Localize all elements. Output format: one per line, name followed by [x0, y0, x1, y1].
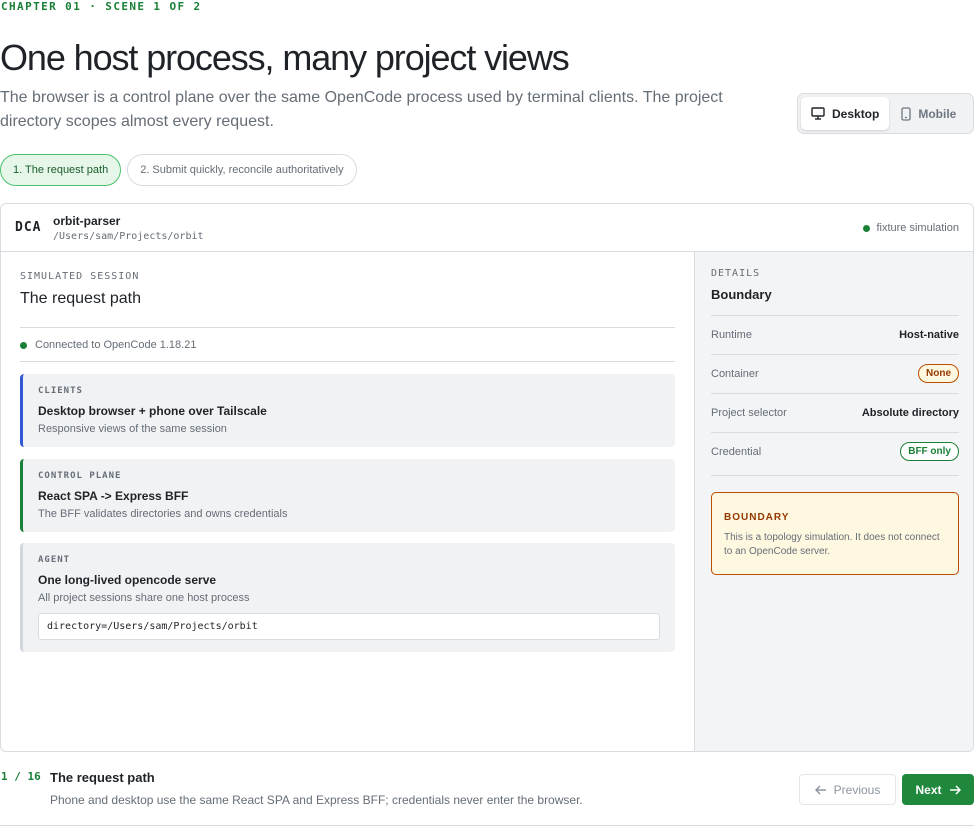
connection-status: Connected to OpenCode 1.18.21: [20, 339, 196, 351]
project-path: /Users/sam/Projects/orbit: [53, 231, 204, 242]
card-desc: The BFF validates directories and owns c…: [38, 508, 288, 520]
detail-key: Credential: [711, 445, 762, 458]
simulation-panel: DCA orbit-parser /Users/sam/Projects/orb…: [0, 203, 974, 752]
previous-label: Previous: [833, 782, 881, 797]
scene-tab-submit-reconcile[interactable]: 2. Submit quickly, reconcile authoritati…: [127, 154, 357, 186]
detail-row-credential: Credential BFF only: [711, 432, 959, 470]
scene-tabs: 1. The request path 2. Submit quickly, r…: [0, 154, 357, 186]
project-name: orbit-parser: [53, 214, 121, 228]
detail-row-container: Container None: [711, 354, 959, 392]
step-title: The request path: [50, 770, 155, 785]
detail-value: Host-native: [899, 328, 959, 341]
details-title: Boundary: [711, 287, 772, 302]
viewport-toggle: Desktop Mobile: [797, 93, 974, 134]
card-label: CONTROL PLANE: [38, 471, 122, 481]
session-column: SIMULATED SESSION The request path Conne…: [1, 252, 694, 751]
project-badge: DCA: [15, 220, 42, 235]
fixture-status-text: fixture simulation: [876, 222, 959, 234]
next-label: Next: [915, 782, 942, 797]
panel-header: DCA orbit-parser /Users/sam/Projects/orb…: [1, 204, 973, 252]
page-title: One host process, many project views: [0, 37, 570, 78]
boundary-callout: BOUNDARY This is a topology simulation. …: [711, 492, 959, 575]
agent-card: AGENT One long-lived opencode serve All …: [20, 543, 675, 652]
card-title: One long-lived opencode serve: [38, 573, 217, 587]
connection-text: Connected to OpenCode 1.18.21: [35, 339, 197, 351]
monitor-icon: [811, 107, 825, 120]
detail-value-badge: BFF only: [900, 442, 959, 461]
card-label: AGENT: [38, 555, 71, 565]
detail-key: Container: [711, 367, 759, 380]
scene-tab-request-path[interactable]: 1. The request path: [0, 154, 122, 186]
detail-row-runtime: Runtime Host-native: [711, 315, 959, 353]
callout-label: BOUNDARY: [724, 512, 790, 523]
card-desc: Responsive views of the same session: [38, 423, 227, 435]
divider: [711, 475, 959, 476]
previous-button[interactable]: Previous: [799, 774, 896, 805]
connected-dot-icon: [20, 341, 27, 349]
next-button[interactable]: Next: [902, 774, 974, 805]
card-label: CLIENTS: [38, 386, 83, 396]
page-subtitle: The browser is a control plane over the …: [0, 89, 723, 130]
desktop-label: Desktop: [832, 106, 880, 121]
step-description: Phone and desktop use the same React SPA…: [50, 793, 583, 807]
card-desc: All project sessions share one host proc…: [38, 592, 250, 604]
card-title: Desktop browser + phone over Tailscale: [38, 404, 267, 418]
card-title: React SPA -> Express BFF: [38, 489, 189, 503]
divider: [20, 361, 675, 362]
divider: [20, 327, 675, 328]
detail-key: Project selector: [711, 406, 787, 419]
chapter-label: CHAPTER 01 · SCENE 1 OF 2: [1, 0, 202, 13]
session-section-label: SIMULATED SESSION: [20, 271, 140, 282]
step-counter: 1 / 16: [1, 770, 41, 783]
details-sidebar: DETAILS Boundary Runtime Host-native Con…: [694, 252, 973, 751]
mobile-label: Mobile: [918, 106, 957, 121]
control-plane-card: CONTROL PLANE React SPA -> Express BFF T…: [20, 459, 675, 532]
status-dot-icon: [863, 224, 871, 232]
detail-value-badge: None: [918, 364, 959, 383]
fixture-status: fixture simulation: [863, 222, 959, 234]
phone-icon: [901, 106, 911, 121]
desktop-view-button[interactable]: Desktop: [801, 97, 890, 130]
mobile-view-button[interactable]: Mobile: [891, 97, 966, 130]
detail-key: Runtime: [711, 328, 752, 341]
clients-card: CLIENTS Desktop browser + phone over Tai…: [20, 374, 675, 447]
arrow-left-icon: [814, 785, 826, 794]
details-label: DETAILS: [711, 268, 761, 279]
bottom-divider: [0, 825, 974, 826]
directory-param: directory=/Users/sam/Projects/orbit: [38, 613, 660, 640]
session-title: The request path: [20, 290, 141, 307]
detail-row-project-selector: Project selector Absolute directory: [711, 393, 959, 431]
detail-value: Absolute directory: [861, 406, 959, 419]
callout-text: This is a topology simulation. It does n…: [724, 532, 940, 557]
arrow-right-icon: [949, 784, 961, 795]
